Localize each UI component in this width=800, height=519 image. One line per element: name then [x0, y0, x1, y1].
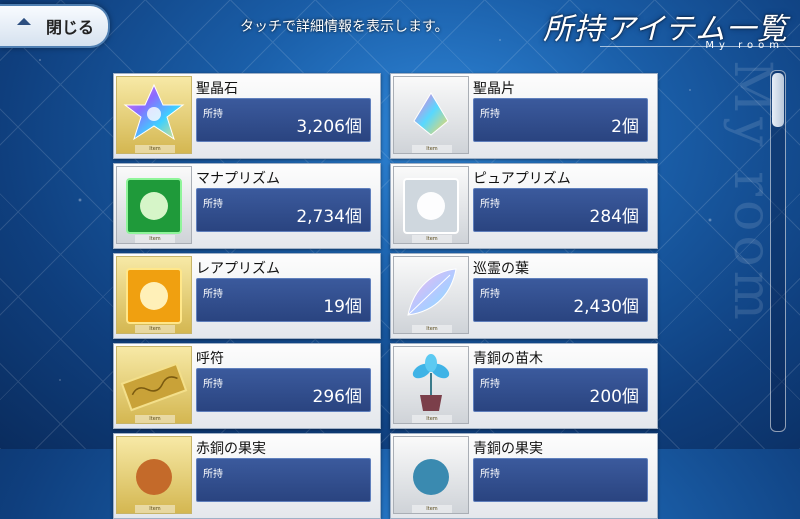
- owned-label: 所持: [480, 199, 500, 210]
- item-count-box: 所持 200個: [473, 368, 648, 412]
- item-count: 2個: [611, 117, 639, 137]
- item-card-mana-prism[interactable]: Item マナプリズム所持 2,734個: [113, 163, 381, 249]
- item-card-rare-prism[interactable]: Item レアプリズム所持 19個: [113, 253, 381, 339]
- item-count: 200個: [589, 387, 639, 407]
- scrollbar-thumb[interactable]: [772, 73, 784, 127]
- item-count-box: 所持 296個: [196, 368, 371, 412]
- owned-label: 所持: [203, 469, 223, 480]
- item-thumbnail: Item: [393, 166, 469, 244]
- item-count-box: 所持: [196, 458, 371, 502]
- item-thumbnail: Item: [393, 436, 469, 514]
- item-tag: Item: [412, 235, 452, 243]
- item-thumbnail: Item: [116, 76, 192, 154]
- item-name: 呼符: [196, 351, 224, 367]
- item-count: 284個: [589, 207, 639, 227]
- item-tag: Item: [135, 235, 175, 243]
- item-name: 赤銅の果実: [196, 441, 266, 457]
- item-tag: Item: [135, 505, 175, 513]
- scrollbar[interactable]: [770, 70, 786, 432]
- item-card-bronze-sapling[interactable]: Item 青銅の苗木所持 200個: [390, 343, 658, 429]
- item-tag: Item: [135, 325, 175, 333]
- item-card-saint-quartz[interactable]: Item 聖晶石所持 3,206個: [113, 73, 381, 159]
- item-tag: Item: [412, 325, 452, 333]
- item-thumbnail: Item: [116, 436, 192, 514]
- item-tag: Item: [135, 415, 175, 423]
- item-name: 青銅の苗木: [473, 351, 543, 367]
- owned-label: 所持: [480, 109, 500, 120]
- item-count: 2,734個: [296, 207, 362, 227]
- owned-label: 所持: [480, 289, 500, 300]
- item-name: 青銅の果実: [473, 441, 543, 457]
- owned-label: 所持: [480, 469, 500, 480]
- item-thumbnail: Item: [393, 76, 469, 154]
- item-name: マナプリズム: [196, 171, 280, 187]
- item-count-box: 所持 2,430個: [473, 278, 648, 322]
- item-thumbnail: Item: [393, 346, 469, 424]
- item-count-box: 所持: [473, 458, 648, 502]
- owned-label: 所持: [203, 289, 223, 300]
- item-tag: Item: [412, 505, 452, 513]
- item-thumbnail: Item: [116, 346, 192, 424]
- owned-label: 所持: [203, 379, 223, 390]
- item-count: 296個: [312, 387, 362, 407]
- item-card-bronze-fruit[interactable]: Item 青銅の果実所持: [390, 433, 658, 519]
- item-count-box: 所持 2,734個: [196, 188, 371, 232]
- item-count-box: 所持 3,206個: [196, 98, 371, 142]
- item-count-box: 所持 284個: [473, 188, 648, 232]
- item-name: 聖晶石: [196, 81, 238, 97]
- item-grid: Item 聖晶石 所持 3,206個 Item 聖晶片 所持 2個 Item マナプリズム 所持 2,…: [0, 0, 800, 519]
- item-name: レアプリズム: [196, 261, 280, 277]
- item-tag: Item: [135, 145, 175, 153]
- item-count: 19個: [323, 297, 362, 317]
- item-tag: Item: [412, 415, 452, 423]
- item-card-copper-fruit[interactable]: Item 赤銅の果実所持: [113, 433, 381, 519]
- item-card-summon-ticket[interactable]: Item 呼符所持 296個: [113, 343, 381, 429]
- item-card-spirit-leaf[interactable]: Item 巡霊の葉所持 2,430個: [390, 253, 658, 339]
- owned-label: 所持: [203, 109, 223, 120]
- item-count-box: 所持 2個: [473, 98, 648, 142]
- item-thumbnail: Item: [116, 166, 192, 244]
- item-name: 聖晶片: [473, 81, 515, 97]
- item-count-box: 所持 19個: [196, 278, 371, 322]
- item-count: 3,206個: [296, 117, 362, 137]
- item-thumbnail: Item: [116, 256, 192, 334]
- item-name: 巡霊の葉: [473, 261, 529, 277]
- item-card-pure-prism[interactable]: Item ピュアプリズム所持 284個: [390, 163, 658, 249]
- item-name: ピュアプリズム: [473, 171, 571, 187]
- item-tag: Item: [412, 145, 452, 153]
- item-count: 2,430個: [573, 297, 639, 317]
- owned-label: 所持: [203, 199, 223, 210]
- item-card-quartz-fragment[interactable]: Item 聖晶片所持 2個: [390, 73, 658, 159]
- item-thumbnail: Item: [393, 256, 469, 334]
- owned-label: 所持: [480, 379, 500, 390]
